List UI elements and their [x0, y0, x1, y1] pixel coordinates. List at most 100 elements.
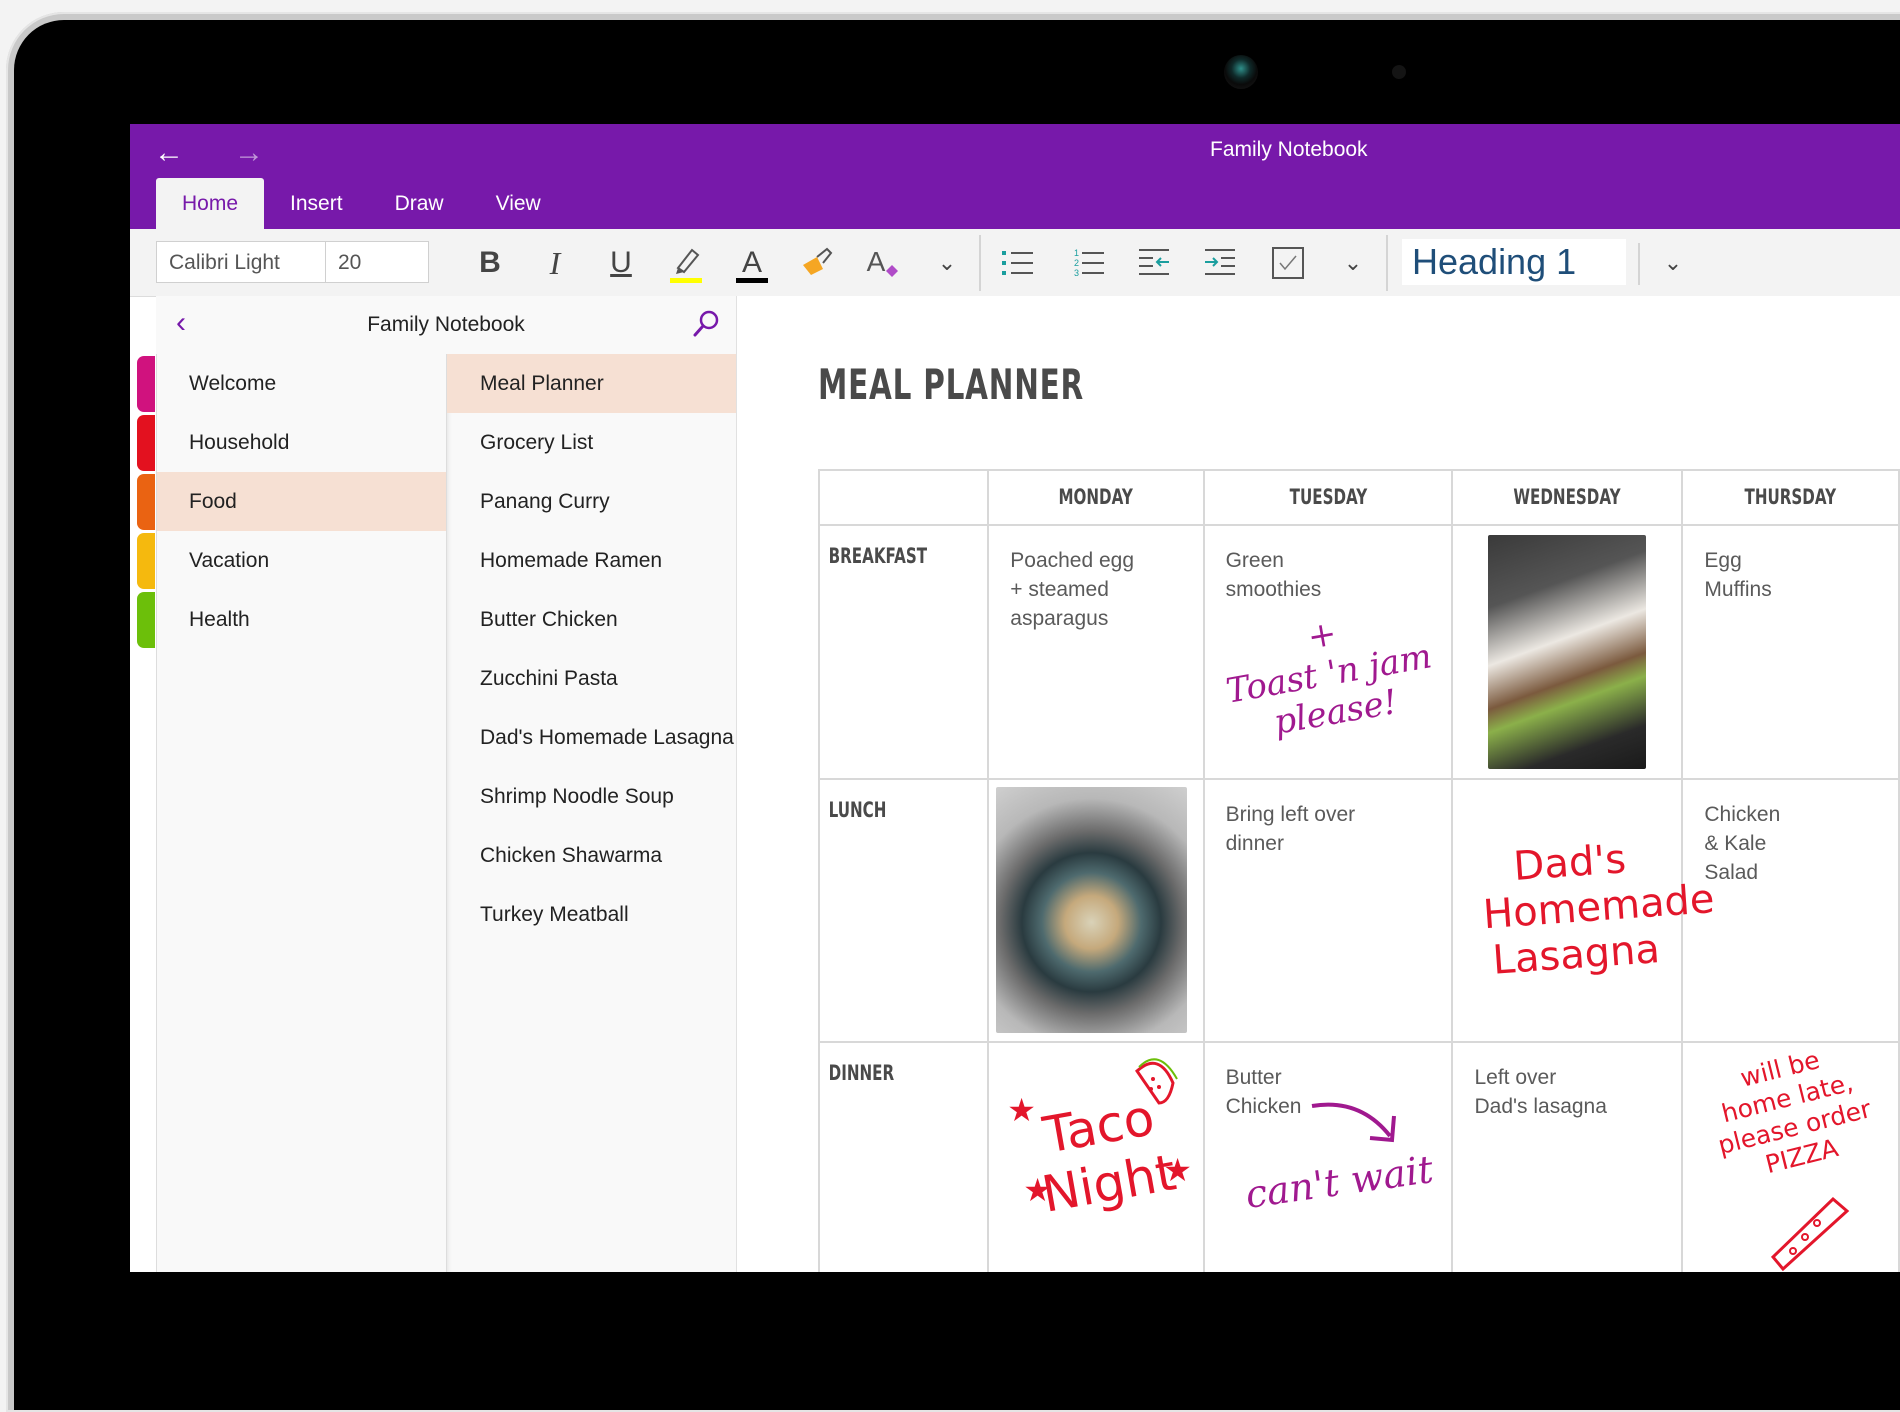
page-item-zucchini-pasta[interactable]: Zucchini Pasta: [447, 649, 737, 708]
table-cell[interactable]: Butter Chicken can't wait: [1202, 1041, 1454, 1272]
styles-dropdown-button[interactable]: ⌄: [1651, 241, 1695, 285]
page-item-dads-homemade-lasagna[interactable]: Dad's Homemade Lasagna: [447, 708, 737, 767]
notebook-navigation-pane: ‹ Family Notebook Welcome Household Food…: [137, 296, 737, 1272]
notebook-header: ‹ Family Notebook: [156, 296, 736, 355]
table-cell[interactable]: will be home late, please order PIZZA: [1681, 1041, 1900, 1272]
toolbar-divider: [979, 235, 981, 291]
page-item-meal-planner[interactable]: Meal Planner: [447, 354, 737, 413]
meal-label-cell[interactable]: LUNCH: [817, 778, 990, 1043]
search-button[interactable]: [690, 308, 722, 340]
table-cell[interactable]: Chicken & Kale Salad: [1681, 778, 1900, 1043]
format-painter-icon: [803, 247, 833, 275]
page-title[interactable]: MEAL PLANNER: [818, 360, 1084, 409]
more-paragraph-button[interactable]: ⌄: [1331, 241, 1375, 285]
numbered-list-icon: 123: [1074, 248, 1104, 278]
table-cell[interactable]: Green smoothies + Toast 'n jam please!: [1202, 524, 1454, 780]
food-photo-avocado-toast[interactable]: [1488, 535, 1647, 769]
bold-button[interactable]: B: [468, 241, 512, 285]
table-header-cell[interactable]: THURSDAY: [1681, 469, 1900, 526]
star-doodle-icon: ★: [1163, 1152, 1192, 1188]
sensor-icon: [1392, 65, 1406, 79]
table-cell[interactable]: [987, 778, 1205, 1043]
tab-home[interactable]: Home: [156, 178, 265, 229]
table-cell[interactable]: Egg Muffins: [1681, 524, 1900, 780]
font-name-field[interactable]: Calibri Light: [156, 241, 326, 283]
chevron-down-icon: ⌄: [1663, 250, 1683, 275]
page-item-butter-chicken[interactable]: Butter Chicken: [447, 590, 737, 649]
tab-draw[interactable]: Draw: [369, 178, 470, 229]
section-list: Welcome Household Food Vacation Health: [137, 354, 447, 1272]
to-do-checkbox-button[interactable]: [1266, 241, 1310, 285]
toolbar-divider: [1386, 235, 1388, 291]
star-doodle-icon: ★: [1023, 1172, 1052, 1208]
table-row: LUNCH Bring left over dinner Dad's Homem…: [817, 778, 1900, 1043]
section-item-welcome[interactable]: Welcome: [137, 354, 447, 413]
highlighter-icon: [670, 248, 702, 283]
section-item-health[interactable]: Health: [137, 590, 447, 649]
back-button[interactable]: ←: [154, 138, 184, 168]
page-item-turkey-meatball[interactable]: Turkey Meatball: [447, 885, 737, 944]
decrease-indent-button[interactable]: [1133, 241, 1177, 285]
page-canvas[interactable]: MEAL PLANNER MONDAY TUESDAY WEDNESDAY TH…: [737, 296, 1900, 1272]
section-color-tab: [137, 474, 155, 530]
page-item-grocery-list[interactable]: Grocery List: [447, 413, 737, 472]
tab-view[interactable]: View: [470, 178, 567, 229]
page-item-chicken-shawarma[interactable]: Chicken Shawarma: [447, 826, 737, 885]
ribbon-toolbar: Calibri Light 20 B I U A A ⌄ 123 ⌄ Headi…: [130, 229, 1900, 297]
underline-icon: U: [610, 246, 632, 279]
bulleted-list-button[interactable]: [996, 241, 1040, 285]
meal-label-cell[interactable]: DINNER: [817, 1041, 990, 1272]
table-header-cell[interactable]: MONDAY: [987, 469, 1205, 526]
table-header-cell[interactable]: TUESDAY: [1202, 469, 1454, 526]
app-window: ← → Family Notebook Home Insert Draw Vie…: [130, 124, 1900, 1272]
underline-button[interactable]: U: [599, 241, 643, 285]
table-cell[interactable]: Dad's Homemade Lasagna: [1451, 778, 1716, 1043]
highlighter-button[interactable]: [664, 241, 708, 285]
page-item-shrimp-noodle-soup[interactable]: Shrimp Noodle Soup: [447, 767, 737, 826]
tab-insert[interactable]: Insert: [264, 178, 369, 229]
format-painter-button[interactable]: [795, 241, 839, 285]
numbered-list-button[interactable]: 123: [1066, 241, 1110, 285]
table-row: BREAKFAST Poached egg + steamed asparagu…: [817, 524, 1900, 780]
table-cell[interactable]: Taco Night ★ ★ ★: [987, 1041, 1205, 1272]
section-item-food[interactable]: Food: [137, 472, 447, 531]
table-cell[interactable]: Left over Dad's lasagna: [1451, 1041, 1684, 1272]
font-size-field[interactable]: 20: [326, 241, 429, 283]
style-selector[interactable]: Heading 1: [1402, 239, 1626, 285]
bulleted-list-icon: [1002, 251, 1033, 275]
table-header-cell[interactable]: WEDNESDAY: [1451, 469, 1684, 526]
increase-indent-button[interactable]: [1199, 241, 1243, 285]
page-item-panang-curry[interactable]: Panang Curry: [447, 472, 737, 531]
handwritten-note[interactable]: Dad's Homemade Lasagna: [1479, 834, 1716, 984]
handwritten-note[interactable]: can't wait: [1242, 1147, 1435, 1218]
handwritten-note[interactable]: + Toast 'n jam please!: [1210, 598, 1447, 752]
increase-indent-icon: [1205, 249, 1235, 275]
notebook-title: Family Notebook: [367, 313, 525, 336]
chevron-down-icon: ⌄: [937, 250, 957, 275]
page-item-homemade-ramen[interactable]: Homemade Ramen: [447, 531, 737, 590]
arrow-doodle-icon: [1311, 1102, 1396, 1143]
table-cell[interactable]: Poached egg + steamed asparagus: [987, 524, 1205, 780]
italic-button[interactable]: I: [533, 241, 577, 285]
toolbar-divider: [1638, 243, 1640, 285]
search-icon: [693, 310, 719, 337]
forward-button[interactable]: →: [234, 138, 264, 168]
handwritten-note[interactable]: will be home late, please order PIZZA: [1690, 1033, 1894, 1193]
table-cell[interactable]: Bring left over dinner: [1202, 778, 1454, 1043]
section-item-household[interactable]: Household: [137, 413, 447, 472]
food-photo-grain-bowl[interactable]: [996, 787, 1188, 1033]
svg-text:A: A: [742, 246, 762, 279]
arrow-right-icon: →: [234, 136, 264, 169]
meal-label-cell[interactable]: BREAKFAST: [817, 524, 990, 780]
table-cell[interactable]: [1451, 524, 1684, 780]
section-item-vacation[interactable]: Vacation: [137, 531, 447, 590]
bold-icon: B: [479, 246, 501, 279]
font-color-button[interactable]: A: [730, 241, 774, 285]
more-formatting-button[interactable]: ⌄: [925, 241, 969, 285]
camera-icon: [1224, 55, 1258, 89]
page-list: Meal Planner Grocery List Panang Curry H…: [446, 354, 737, 1272]
svg-text:A: A: [867, 246, 886, 277]
clear-formatting-button[interactable]: A: [860, 241, 904, 285]
table-corner-cell[interactable]: [817, 469, 990, 526]
clear-formatting-icon: A: [867, 246, 898, 277]
